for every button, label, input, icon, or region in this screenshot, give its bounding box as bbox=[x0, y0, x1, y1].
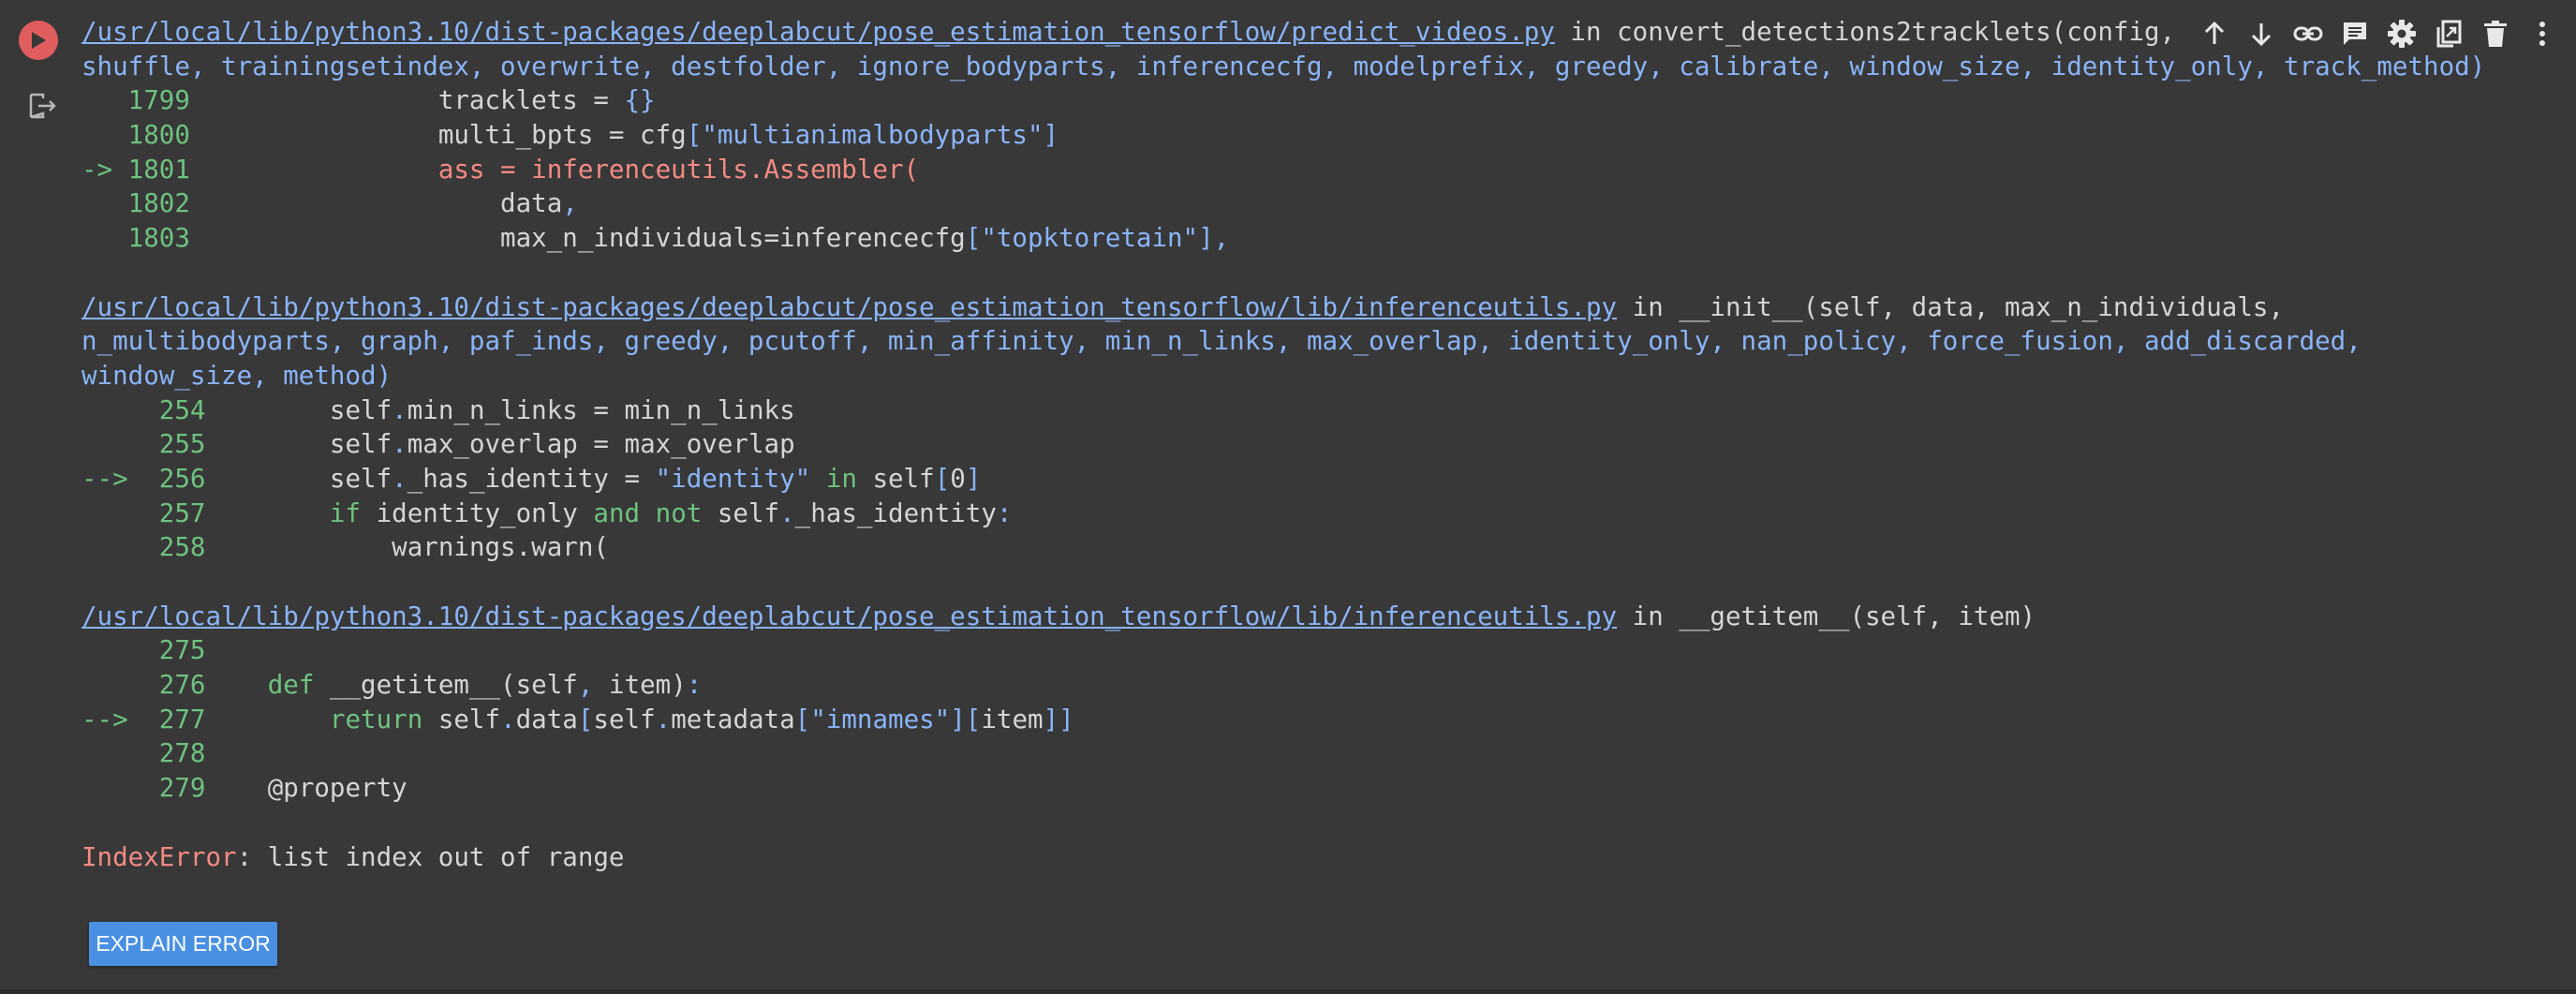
line-arrow bbox=[81, 223, 128, 253]
line-number: 254 bbox=[143, 394, 206, 425]
line-arrow bbox=[81, 85, 128, 115]
gear-icon[interactable] bbox=[2381, 13, 2422, 54]
code-line: 1803 max_n_individuals=inferencecfg["top… bbox=[81, 221, 2554, 256]
line-number: 1800 bbox=[127, 120, 190, 151]
file-path-link[interactable]: /usr/local/lib/python3.10/dist-packages/… bbox=[81, 601, 1617, 631]
line-number: 275 bbox=[143, 635, 206, 666]
frame-header: /usr/local/lib/python3.10/dist-packages/… bbox=[81, 290, 2554, 325]
cell-bottom-border bbox=[0, 989, 2576, 994]
traceback-output: /usr/local/lib/python3.10/dist-packages/… bbox=[81, 15, 2554, 874]
line-number: 255 bbox=[143, 429, 206, 460]
line-arrow: --> bbox=[81, 704, 144, 734]
line-arrow bbox=[81, 395, 143, 425]
code-line-current: -> 1801 ass = inferenceutils.Assembler( bbox=[81, 153, 2554, 187]
play-icon bbox=[32, 32, 46, 49]
line-number: 258 bbox=[143, 532, 206, 563]
line-arrow bbox=[81, 532, 143, 562]
run-cell-button[interactable] bbox=[19, 21, 58, 60]
line-arrow bbox=[81, 738, 143, 768]
line-number: 256 bbox=[143, 463, 206, 494]
code-line: 255 self.max_overlap = max_overlap bbox=[81, 427, 2554, 462]
line-number: 277 bbox=[143, 704, 206, 734]
line-arrow: -> bbox=[81, 154, 128, 185]
code-line: 258 warnings.warn( bbox=[81, 530, 2554, 565]
line-number: 278 bbox=[143, 738, 206, 769]
function-signature: in __getitem__(self, item) bbox=[1617, 601, 2036, 631]
code-line: 257 if identity_only and not self._has_i… bbox=[81, 497, 2554, 531]
line-number: 257 bbox=[143, 497, 206, 528]
arrow-down-icon[interactable] bbox=[2241, 13, 2282, 54]
line-arrow bbox=[81, 120, 128, 150]
frame-header: /usr/local/lib/python3.10/dist-packages/… bbox=[81, 600, 2554, 634]
line-code: ass = inferenceutils.Assembler( bbox=[437, 154, 920, 185]
code-cell-output: /usr/local/lib/python3.10/dist-packages/… bbox=[0, 0, 2576, 994]
line-number: 1801 bbox=[127, 154, 190, 185]
cell-toolbar bbox=[2181, 13, 2563, 54]
line-number: 1803 bbox=[127, 223, 190, 254]
line-code: warnings.warn( bbox=[392, 532, 609, 563]
arrow-up-icon[interactable] bbox=[2194, 13, 2235, 54]
code-line-current: --> 277 return self.data[self.metadata["… bbox=[81, 704, 1074, 734]
comment-icon[interactable] bbox=[2334, 13, 2376, 54]
code-line: 1799 tracklets = {} bbox=[81, 83, 2554, 118]
error-line: IndexError: list index out of range bbox=[81, 840, 2554, 875]
line-arrow bbox=[81, 773, 143, 803]
mirror-cell-icon[interactable] bbox=[2428, 13, 2469, 54]
link-icon[interactable] bbox=[2287, 13, 2329, 54]
code-line-current: --> 256 self._has_identity = "identity" … bbox=[81, 463, 982, 494]
more-vert-icon[interactable] bbox=[2522, 13, 2563, 54]
error-message: : list index out of range bbox=[236, 841, 625, 872]
line-arrow bbox=[81, 670, 143, 700]
code-line: 254 self.min_n_links = min_n_links bbox=[81, 393, 2554, 428]
function-signature-continued: window_size, method) bbox=[81, 360, 392, 391]
function-signature-continued: shuffle, trainingsetindex, overwrite, de… bbox=[81, 51, 2486, 82]
function-signature: in __init__(self, data, max_n_individual… bbox=[1617, 291, 2285, 322]
cell-gutter bbox=[0, 0, 75, 994]
code-line: 279 @property bbox=[81, 771, 2554, 806]
file-path-link[interactable]: /usr/local/lib/python3.10/dist-packages/… bbox=[81, 292, 1617, 322]
file-path-link[interactable]: /usr/local/lib/python3.10/dist-packages/… bbox=[81, 17, 1555, 47]
code-line: 1802 data, bbox=[81, 186, 2554, 221]
line-number: 276 bbox=[143, 670, 206, 701]
line-arrow bbox=[81, 429, 143, 459]
code-line: 1800 multi_bpts = cfg["multianimalbodypa… bbox=[81, 118, 2554, 153]
output-action-icon[interactable] bbox=[26, 90, 58, 122]
line-number: 1799 bbox=[127, 85, 190, 116]
trash-icon[interactable] bbox=[2475, 13, 2516, 54]
line-code: @property bbox=[267, 773, 407, 804]
error-type: IndexError bbox=[81, 841, 237, 872]
code-line: 278 bbox=[81, 736, 2554, 771]
line-arrow: --> bbox=[81, 463, 144, 494]
line-arrow bbox=[81, 498, 143, 528]
line-number: 1802 bbox=[127, 188, 190, 219]
code-line: 275 bbox=[81, 633, 2554, 668]
function-signature-continued: n_multibodyparts, graph, paf_inds, greed… bbox=[81, 326, 2361, 357]
line-arrow bbox=[81, 188, 128, 218]
explain-error-button[interactable]: EXPLAIN ERROR bbox=[89, 922, 277, 966]
line-number: 279 bbox=[143, 773, 206, 804]
code-line: 276 def __getitem__(self, item): bbox=[81, 668, 2554, 703]
line-arrow bbox=[81, 635, 143, 665]
